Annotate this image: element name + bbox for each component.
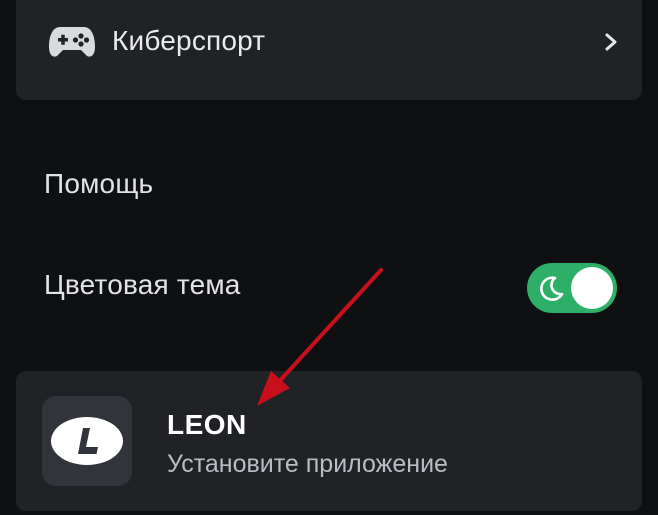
app-install-banner[interactable]: LEON Установите приложение: [16, 371, 642, 511]
moon-icon: [540, 276, 564, 301]
toggle-knob: [571, 267, 613, 309]
app-name: LEON: [167, 409, 247, 440]
install-app-subtitle: Установите приложение: [167, 450, 448, 478]
gamepad-icon: [49, 27, 95, 57]
color-theme-label: Цветовая тема: [44, 269, 241, 300]
chevron-right-icon: [605, 33, 617, 51]
help-menu-item[interactable]: Помощь: [44, 167, 153, 201]
esports-menu-item[interactable]: Киберспорт: [16, 0, 642, 100]
esports-label: Киберспорт: [112, 25, 266, 56]
menu-screen: Киберспорт Помощь Цветовая тема LEON Уст…: [0, 0, 658, 515]
leon-logo: [42, 396, 132, 486]
color-theme-toggle[interactable]: [527, 263, 617, 313]
